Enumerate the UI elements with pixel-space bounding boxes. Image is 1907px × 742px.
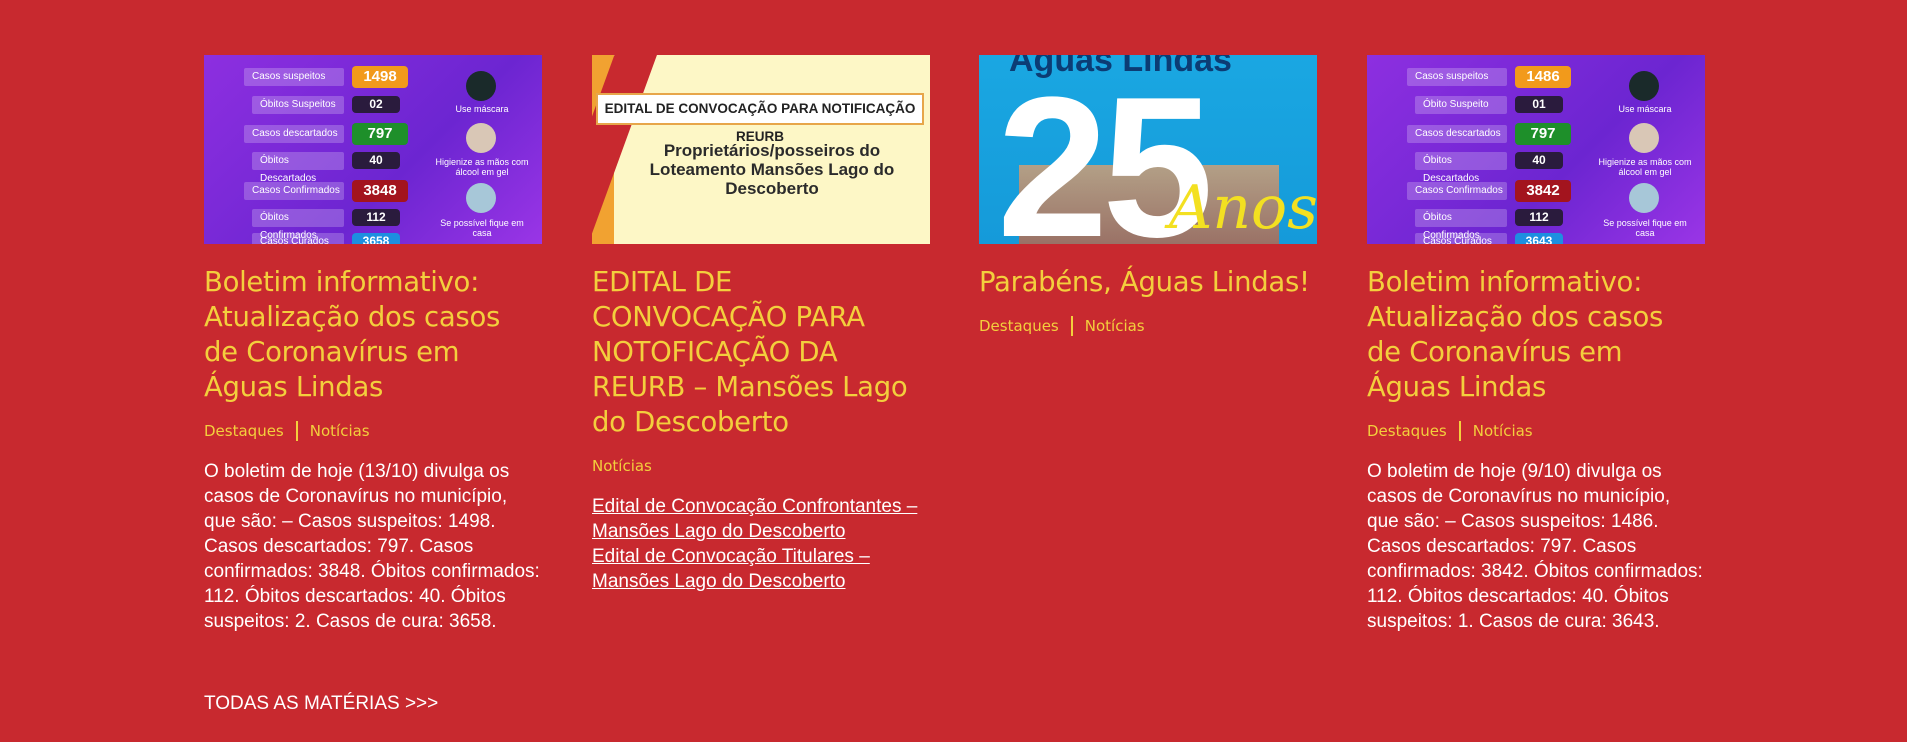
card-categories: Destaques Notícias [979,316,1317,336]
bulletin-row: Óbitos Descartados [1415,152,1507,184]
edital-text: Proprietários/posseiros do Loteamento Ma… [649,141,895,198]
bulletin-row: Casos Confirmados [244,182,344,200]
bulletin-value: 02 [352,96,400,113]
card-links: Edital de Convocação Confrontantes – Man… [592,494,930,594]
bulletin-value: 40 [1515,152,1563,169]
card-title[interactable]: Boletim informativo: Atualização dos cas… [204,265,542,405]
bulletin-row: Casos Curados [1415,233,1507,244]
card-excerpt: O boletim de hoje (13/10) divulga os cas… [204,461,540,632]
mask-icon [466,71,496,101]
bulletin-thumbnail[interactable]: Casos suspeitos 1498 Óbitos Suspeitos 02… [204,55,542,244]
edital-titulares-link[interactable]: Edital de Convocação Titulares – Mansões… [592,544,930,594]
news-card: Águas Lindas 25 Anos Parabéns, Águas Lin… [979,55,1317,336]
category-link[interactable]: Notícias [1085,316,1145,336]
category-divider [1458,421,1461,441]
bulletin-tip: Use máscara [1618,104,1672,114]
bulletin-value: 40 [352,152,400,169]
news-card: Casos suspeitos 1486 Óbito Suspeito 01 C… [1367,55,1705,634]
bulletin-value: 3848 [352,180,408,202]
bulletin-value: 797 [1515,123,1571,145]
stay-home-icon [1629,183,1659,213]
card-categories: Notícias [592,456,930,476]
card-title[interactable]: EDITAL DE CONVOCAÇÃO PARA NOTOFICAÇÃO DA… [592,265,930,440]
bulletin-tip: Se possível fique em casa [440,218,524,238]
category-link[interactable]: Notícias [310,421,370,441]
bulletin-value: 112 [1515,209,1563,226]
bulletin-row: Casos descartados [1407,125,1507,143]
category-link[interactable]: Destaques [979,316,1059,336]
bulletin-value: 797 [352,123,408,145]
bulletin-value: 3643 [1515,233,1563,244]
bulletin-tip: Higienize as mãos com álcool em gel [435,157,529,177]
bulletin-value: 1486 [1515,66,1571,88]
bulletin-tip: Use máscara [455,104,509,114]
edital-banner: EDITAL DE CONVOCAÇÃO PARA NOTIFICAÇÃO RE… [596,93,924,144]
bulletin-tip: Higienize as mãos com álcool em gel [1598,157,1692,177]
bulletin-row: Óbitos Suspeitos [252,96,344,114]
bulletin-row: Casos Confirmados [1407,182,1507,200]
card-categories: Destaques Notícias [1367,421,1705,441]
bulletin-value: 112 [352,209,400,226]
mask-icon [1629,71,1659,101]
anniversary-script: Anos [1169,173,1317,243]
category-link[interactable]: Notícias [592,456,652,476]
bulletin-row: Óbitos Confirmados [252,209,344,241]
news-card: EDITAL DE CONVOCAÇÃO PARA NOTIFICAÇÃO RE… [592,55,930,594]
bulletin-value: 3842 [1515,180,1571,202]
category-link[interactable]: Destaques [204,421,284,441]
category-divider [1070,316,1073,336]
category-link[interactable]: Destaques [1367,421,1447,441]
news-card: Casos suspeitos 1498 Óbitos Suspeitos 02… [204,55,542,634]
bulletin-thumbnail[interactable]: Casos suspeitos 1486 Óbito Suspeito 01 C… [1367,55,1705,244]
hand-sanitizer-icon [1629,123,1659,153]
bulletin-row: Óbitos Descartados [252,152,344,184]
category-divider [295,421,298,441]
bulletin-value: 1498 [352,66,408,88]
bulletin-row: Casos Curados [252,233,344,244]
bulletin-value: 01 [1515,96,1563,113]
news-grid: Casos suspeitos 1498 Óbitos Suspeitos 02… [204,55,1705,715]
bulletin-tip: Se possível fique em casa [1603,218,1687,238]
card-excerpt: O boletim de hoje (9/10) divulga os caso… [1367,461,1703,632]
hand-sanitizer-icon [466,123,496,153]
anniversary-thumbnail[interactable]: Águas Lindas 25 Anos [979,55,1317,244]
bulletin-row: Óbitos Confirmados [1415,209,1507,241]
edital-confrontantes-link[interactable]: Edital de Convocação Confrontantes – Man… [592,494,930,544]
card-categories: Destaques Notícias [204,421,542,441]
bulletin-row: Casos suspeitos [244,68,344,86]
bulletin-row: Casos descartados [244,125,344,143]
card-title[interactable]: Parabéns, Águas Lindas! [979,265,1317,300]
stay-home-icon [466,183,496,213]
edital-thumbnail[interactable]: EDITAL DE CONVOCAÇÃO PARA NOTIFICAÇÃO RE… [592,55,930,244]
category-link[interactable]: Notícias [1473,421,1533,441]
bulletin-value: 3658 [352,233,400,244]
card-title[interactable]: Boletim informativo: Atualização dos cas… [1367,265,1705,405]
bulletin-row: Casos suspeitos [1407,68,1507,86]
all-articles-link[interactable]: TODAS AS MATÉRIAS >>> [204,692,438,716]
bulletin-row: Óbito Suspeito [1415,96,1507,114]
